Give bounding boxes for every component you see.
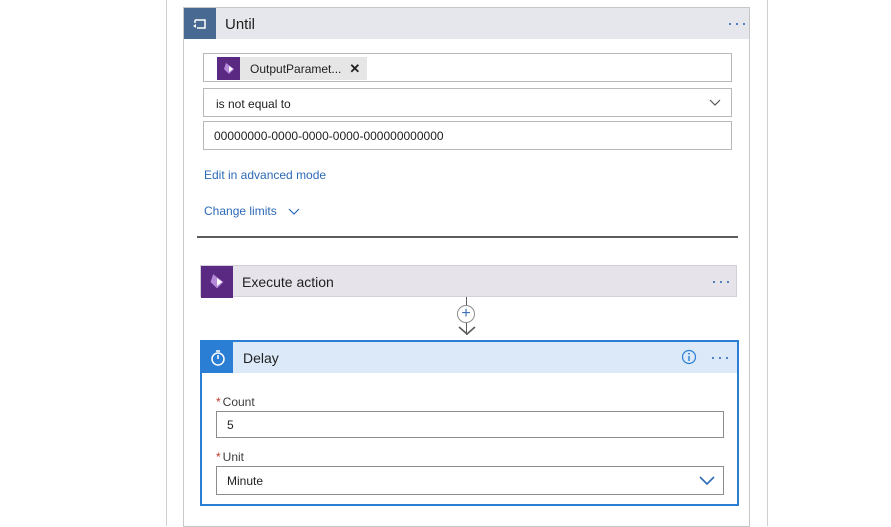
unit-label: * Unit: [216, 450, 244, 464]
chevron-down-icon: [288, 208, 300, 215]
dataverse-icon: [201, 266, 233, 298]
until-card: Until ··· OutputParamet... ✕ is not equa…: [183, 7, 750, 527]
arrow-down-icon: [458, 326, 476, 336]
unit-value: Minute: [227, 474, 264, 488]
change-limits-label: Change limits: [204, 204, 277, 218]
edit-advanced-mode-link[interactable]: Edit in advanced mode: [204, 168, 326, 182]
count-label: * Count: [216, 395, 255, 409]
change-limits-link[interactable]: Change limits: [204, 204, 300, 218]
operator-select[interactable]: is not equal to: [203, 88, 732, 117]
unit-label-text: Unit: [222, 450, 245, 464]
condition-value-field[interactable]: 00000000-0000-0000-0000-000000000000: [203, 121, 732, 150]
chevron-down-icon: [699, 476, 715, 486]
divider: [197, 236, 738, 238]
token-label: OutputParamet...: [250, 61, 342, 76]
condition-left-field[interactable]: OutputParamet... ✕: [203, 53, 732, 82]
condition-value: 00000000-0000-0000-0000-000000000000: [214, 129, 444, 143]
count-value: 5: [227, 418, 234, 432]
loop-icon: [184, 8, 216, 39]
more-icon[interactable]: ···: [727, 14, 748, 32]
delay-card: Delay ··· * Count 5 * Unit Minute: [200, 340, 739, 506]
delay-header[interactable]: Delay ···: [202, 342, 737, 373]
dataverse-icon: [217, 57, 240, 80]
timer-icon: [202, 342, 233, 373]
plus-icon: +: [461, 305, 471, 322]
chevron-down-icon: [709, 99, 721, 106]
count-label-text: Count: [222, 395, 255, 409]
count-input[interactable]: 5: [216, 411, 724, 438]
delay-title: Delay: [243, 350, 279, 366]
required-marker: *: [216, 395, 221, 409]
info-icon[interactable]: [681, 349, 697, 365]
until-header[interactable]: Until ···: [184, 8, 749, 39]
close-icon[interactable]: ✕: [349, 61, 360, 77]
execute-action-card[interactable]: Execute action ···: [200, 265, 737, 298]
required-marker: *: [216, 450, 221, 464]
until-title: Until: [225, 16, 256, 33]
add-step-button[interactable]: +: [457, 305, 475, 323]
execute-action-title: Execute action: [242, 274, 334, 290]
more-icon[interactable]: ···: [711, 272, 732, 290]
dynamic-content-token[interactable]: OutputParamet... ✕: [217, 57, 367, 80]
more-icon[interactable]: ···: [710, 348, 731, 366]
operator-value: is not equal to: [216, 97, 291, 111]
unit-select[interactable]: Minute: [216, 466, 724, 495]
